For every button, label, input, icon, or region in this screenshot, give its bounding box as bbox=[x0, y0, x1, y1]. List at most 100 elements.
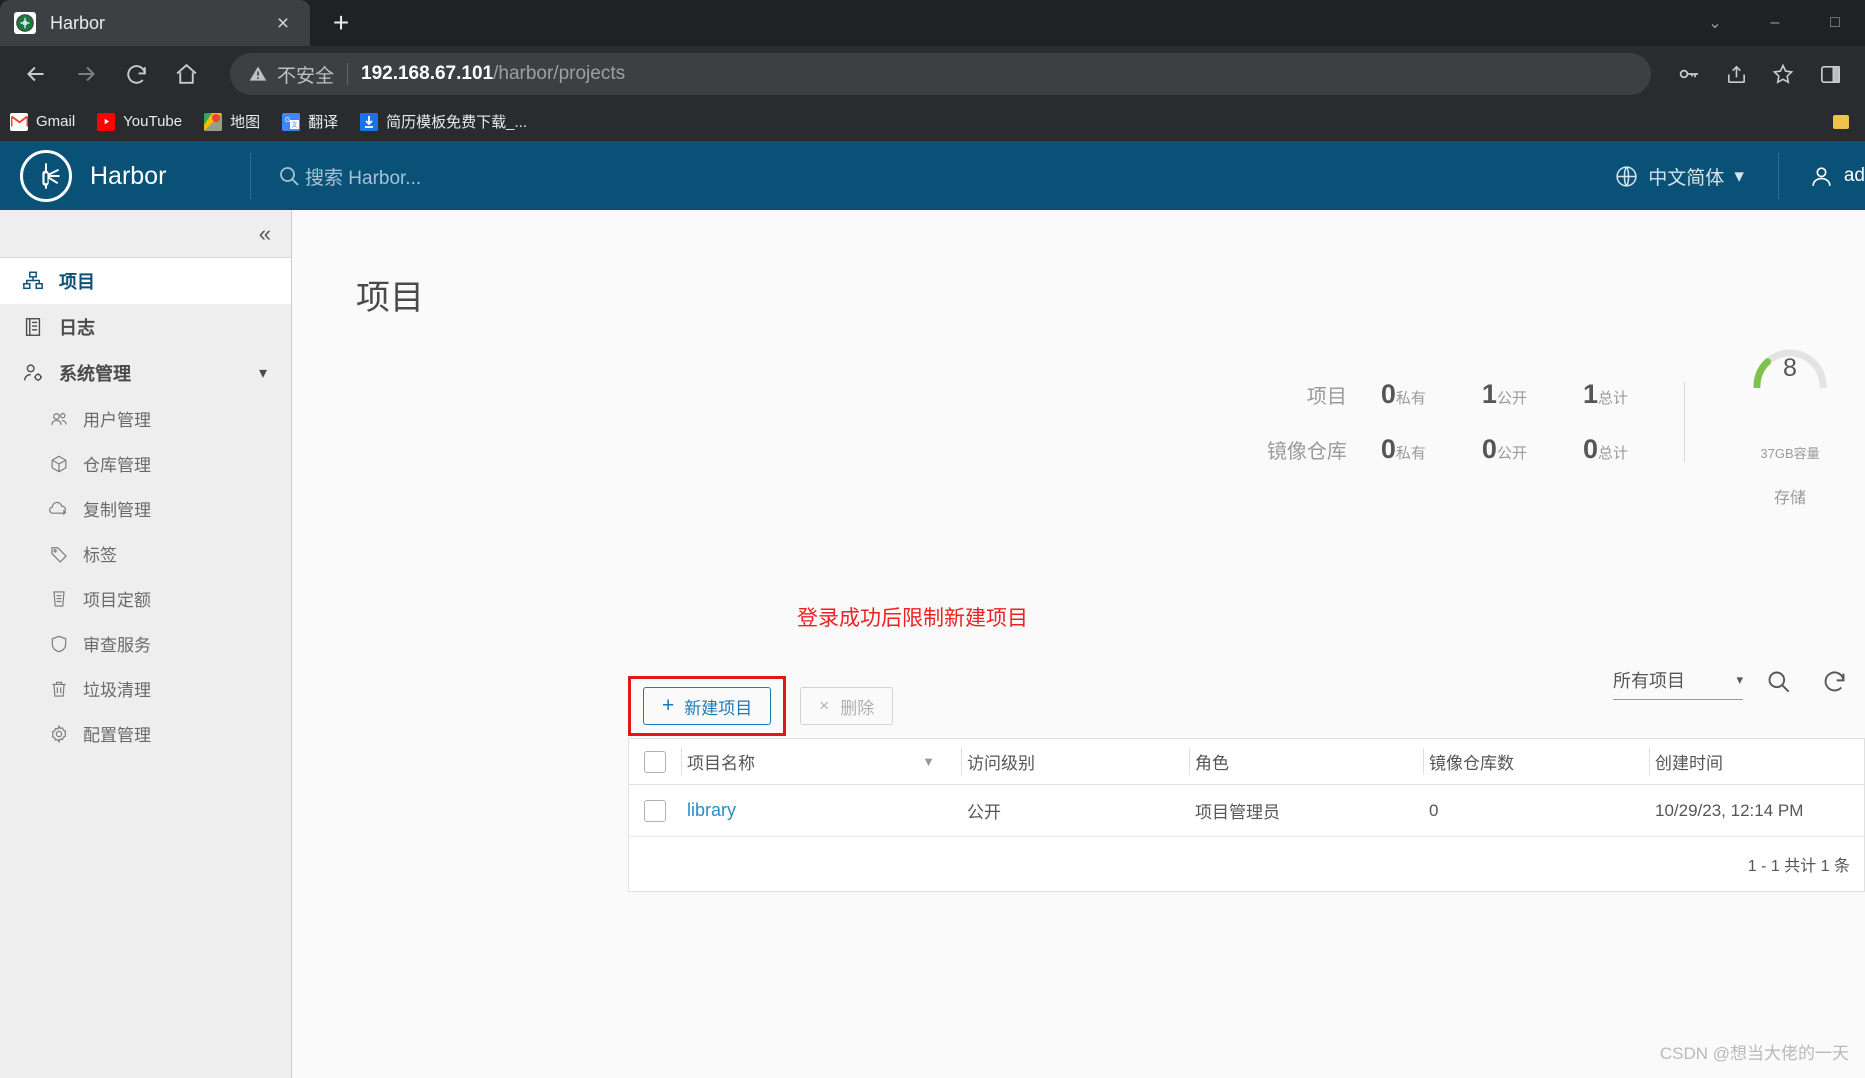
bookmark-label: YouTube bbox=[123, 113, 183, 130]
globe-icon bbox=[1616, 165, 1637, 187]
bookmark-label: 简历模板免费下载_... bbox=[386, 114, 528, 131]
row-checkbox[interactable] bbox=[629, 799, 681, 822]
chevron-down-icon[interactable]: ⌄ bbox=[1685, 0, 1745, 46]
delete-button[interactable]: × 删除 bbox=[800, 687, 894, 725]
url-host: 192.168.67.101 bbox=[361, 63, 494, 84]
stat-unit: 私有 bbox=[1395, 445, 1426, 462]
sidebar-item-label: 垃圾清理 bbox=[83, 681, 151, 700]
url-path: /harbor/projects bbox=[493, 63, 626, 84]
harbor-logo-icon bbox=[20, 150, 72, 202]
column-label: 镜像仓库数 bbox=[1429, 754, 1514, 773]
watermark: CSDN @想当大佬的一天 bbox=[1659, 1044, 1849, 1063]
global-search-placeholder: 搜索 Harbor... bbox=[305, 167, 422, 189]
tab-title: Harbor bbox=[50, 12, 106, 33]
projects-filters: 所有项目 ▾ bbox=[1613, 660, 1855, 702]
pagination-summary: 1 - 1 共计 1 条 bbox=[1747, 858, 1850, 875]
minimize-button[interactable]: – bbox=[1745, 0, 1805, 46]
sidebar-item-label: 配置管理 bbox=[83, 726, 151, 745]
column-label: 创建时间 bbox=[1655, 754, 1723, 773]
cell-role: 项目管理员 bbox=[1195, 803, 1280, 822]
download-icon bbox=[360, 112, 379, 131]
chevron-down-icon: ▾ bbox=[1734, 165, 1744, 187]
projects-table: 项目名称 ▼ 访问级别 角色 镜像仓库数 创建时间 library 公开 项目管… bbox=[628, 738, 1865, 892]
bookmarks-overflow[interactable] bbox=[1833, 114, 1857, 129]
bookmark-gmail[interactable]: Gmail bbox=[10, 112, 75, 131]
stat-value: 0 bbox=[1582, 434, 1598, 464]
bookmark-label: 地图 bbox=[230, 114, 261, 131]
gmail-icon bbox=[10, 112, 28, 131]
maximize-button[interactable]: □ bbox=[1805, 0, 1865, 46]
home-icon[interactable] bbox=[164, 52, 208, 96]
chevron-down-icon: ▾ bbox=[258, 365, 267, 382]
harbor-brand[interactable]: Harbor bbox=[0, 150, 250, 202]
address-bar[interactable]: 不安全 192.168.67.101/harbor/projects bbox=[230, 53, 1651, 95]
annotation-text: 登录成功后限制新建项目 bbox=[797, 607, 1028, 630]
cell-created-time: 10/29/23, 12:14 PM bbox=[1655, 800, 1804, 820]
bookmark-resume-template[interactable]: 简历模板免费下载_... bbox=[360, 111, 527, 132]
storage-gauge: 8 37GB容量 存储 bbox=[1715, 336, 1865, 508]
search-icon[interactable] bbox=[1757, 660, 1799, 702]
page-title: 项目 bbox=[356, 279, 424, 317]
trash-icon bbox=[46, 679, 72, 699]
sidebar-item-logs[interactable]: 日志 bbox=[0, 304, 291, 350]
sidebar-item-garbage-collection[interactable]: 垃圾清理 bbox=[0, 666, 291, 711]
labels-icon bbox=[46, 544, 72, 564]
sidebar-item-replication[interactable]: 复制管理 bbox=[0, 486, 291, 531]
select-all-checkbox[interactable] bbox=[629, 750, 681, 773]
sidebar-item-projects[interactable]: 项目 bbox=[0, 258, 291, 304]
storage-gauge-value: 8 bbox=[1783, 354, 1797, 382]
replication-icon bbox=[46, 499, 72, 519]
stat-value: 0 bbox=[1481, 434, 1497, 464]
account-menu[interactable]: ad bbox=[1779, 164, 1865, 189]
stat-value: 1 bbox=[1481, 379, 1497, 409]
new-project-button[interactable]: + 新建项目 bbox=[643, 687, 772, 725]
stat-value: 1 bbox=[1582, 379, 1598, 409]
share-icon[interactable] bbox=[1715, 53, 1757, 95]
bookmark-translate[interactable]: G文 翻译 bbox=[282, 111, 338, 132]
sidebar-item-label: 日志 bbox=[59, 318, 95, 338]
sidebar-item-labels[interactable]: 标签 bbox=[0, 531, 291, 576]
column-header-access-level[interactable]: 访问级别 bbox=[961, 739, 1189, 784]
shield-icon bbox=[46, 634, 72, 654]
sidebar-item-configuration[interactable]: 配置管理 bbox=[0, 711, 291, 756]
sidebar-item-label: 项目 bbox=[59, 272, 95, 292]
column-header-role[interactable]: 角色 bbox=[1189, 739, 1423, 784]
harbor-body: « 项目 日志 系统管理 ▾ 用户管理 仓库管理 复制管理 标签 项目定额 审查… bbox=[0, 210, 1865, 1078]
column-header-repo-count[interactable]: 镜像仓库数 bbox=[1423, 739, 1649, 784]
tab-close-icon[interactable]: × bbox=[270, 10, 296, 36]
password-key-icon[interactable] bbox=[1668, 53, 1710, 95]
forward-icon[interactable] bbox=[64, 52, 108, 96]
sidebar-item-administration[interactable]: 系统管理 ▾ bbox=[0, 350, 291, 396]
statistics-wrap: 项目 0私有 1公开 1总计 镜像仓库 0私有 0公开 0总计 8 37GB容量… bbox=[1267, 336, 1865, 508]
sidebar-collapse-button[interactable]: « bbox=[0, 210, 291, 258]
bookmark-maps[interactable]: 地图 bbox=[204, 111, 260, 132]
column-header-name[interactable]: 项目名称 ▼ bbox=[681, 739, 961, 784]
new-tab-button[interactable]: + bbox=[318, 3, 364, 43]
projects-icon bbox=[20, 270, 46, 292]
language-selector[interactable]: 中文简体 ▾ bbox=[1614, 163, 1778, 190]
project-scope-select[interactable]: 所有项目 ▾ bbox=[1613, 663, 1743, 700]
back-icon[interactable] bbox=[14, 52, 58, 96]
filter-icon[interactable]: ▼ bbox=[922, 754, 935, 769]
table-row[interactable]: library 公开 项目管理员 0 10/29/23, 12:14 PM bbox=[629, 785, 1864, 837]
column-header-created-time[interactable]: 创建时间 bbox=[1649, 739, 1864, 784]
side-panel-icon[interactable] bbox=[1809, 53, 1851, 95]
sidebar-item-interrogation-services[interactable]: 审查服务 bbox=[0, 621, 291, 666]
global-search[interactable]: 搜索 Harbor... bbox=[277, 163, 421, 190]
reload-icon[interactable] bbox=[114, 52, 158, 96]
storage-gauge-label: 存储 bbox=[1773, 490, 1806, 507]
project-link[interactable]: library bbox=[687, 800, 736, 821]
stat-repos-private: 0私有 bbox=[1381, 422, 1482, 477]
browser-tab-harbor[interactable]: Harbor × bbox=[0, 0, 310, 46]
main-content: 项目 项目 0私有 1公开 1总计 镜像仓库 0私有 0公开 0总计 8 37G… bbox=[292, 210, 1865, 1078]
folder-icon bbox=[1833, 114, 1849, 129]
bookmark-star-icon[interactable] bbox=[1762, 53, 1804, 95]
sidebar-item-users[interactable]: 用户管理 bbox=[0, 396, 291, 441]
cell-access-level: 公开 bbox=[967, 803, 1001, 822]
sidebar-item-project-quotas[interactable]: 项目定额 bbox=[0, 576, 291, 621]
logs-icon bbox=[20, 316, 46, 338]
refresh-icon[interactable] bbox=[1813, 660, 1855, 702]
bookmark-youtube[interactable]: YouTube bbox=[97, 112, 183, 131]
sidebar-item-registries[interactable]: 仓库管理 bbox=[0, 441, 291, 486]
stat-row-label: 项目 bbox=[1306, 386, 1347, 408]
